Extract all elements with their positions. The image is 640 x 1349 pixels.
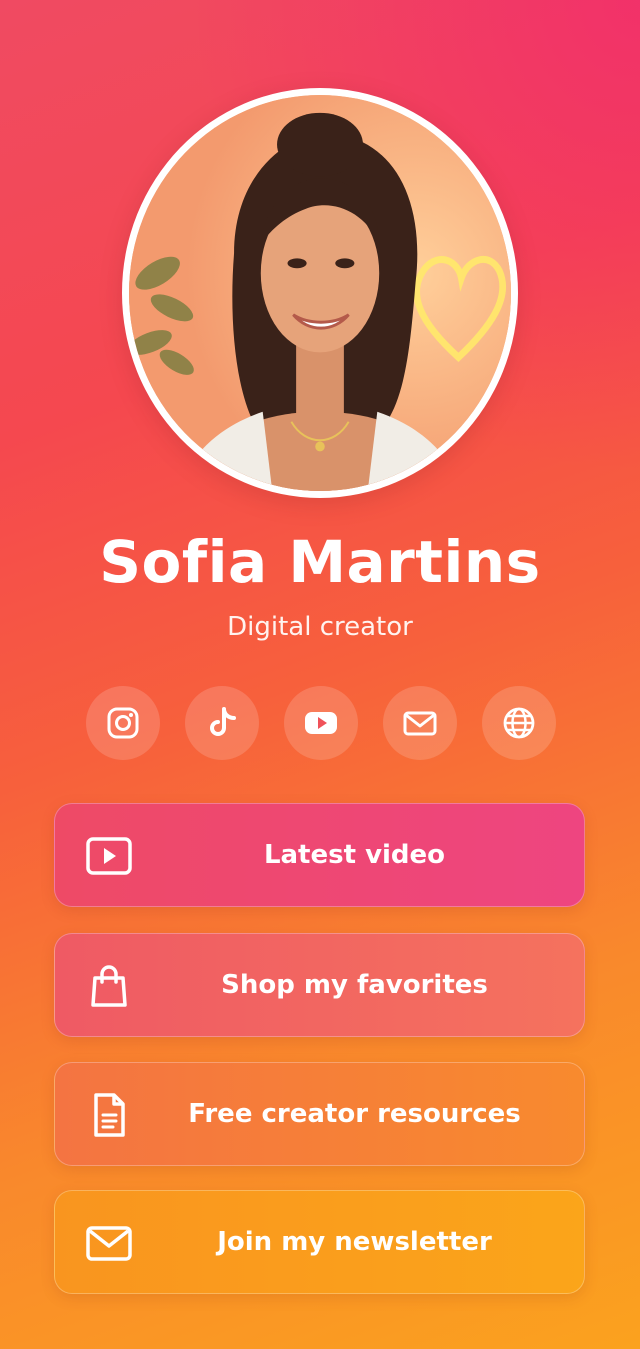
globe-icon — [503, 707, 535, 739]
instagram-icon — [107, 707, 139, 739]
youtube-icon — [305, 712, 337, 734]
mail-icon — [403, 711, 437, 736]
free-creator-resources-label: Free creator resources — [188, 1099, 521, 1129]
social-instagram-button[interactable] — [86, 686, 160, 760]
join-my-newsletter-link[interactable]: Join my newsletter — [54, 1190, 585, 1294]
social-website-button[interactable] — [482, 686, 556, 760]
tiktok-icon — [210, 707, 236, 736]
join-my-newsletter-label: Join my newsletter — [217, 1227, 492, 1257]
profile-photo — [129, 95, 511, 491]
social-youtube-button[interactable] — [284, 686, 358, 760]
latest-video-link[interactable]: Latest video — [54, 803, 585, 907]
profile-name: Sofia Martins — [99, 528, 541, 596]
shop-my-favorites-label: Shop my favorites — [221, 970, 488, 1000]
social-tiktok-button[interactable] — [185, 686, 259, 760]
social-links — [86, 686, 556, 762]
free-creator-resources-link[interactable]: Free creator resources — [54, 1062, 585, 1166]
profile-subtitle: Digital creator — [227, 612, 413, 642]
latest-video-label: Latest video — [263, 840, 446, 870]
shop-my-favorites-link[interactable]: Shop my favorites — [54, 933, 585, 1037]
social-mail-button[interactable] — [383, 686, 457, 760]
avatar — [122, 88, 518, 498]
